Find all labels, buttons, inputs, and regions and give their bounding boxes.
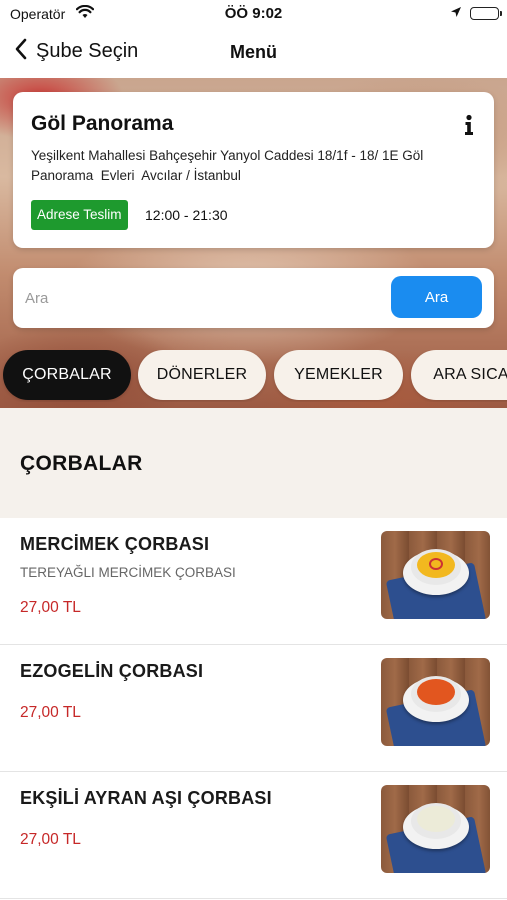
section-header: ÇORBALAR	[0, 408, 507, 518]
navigation-bar: Şube Seçin Menü	[0, 28, 507, 78]
branch-info-card: Göl Panorama Yeşilkent Mahallesi Bahçeşe…	[13, 92, 494, 248]
product-name: EZOGELİN ÇORBASI	[20, 661, 204, 681]
search-button[interactable]: Ara	[391, 276, 482, 318]
tab-corbalar[interactable]: ÇORBALAR	[3, 350, 131, 400]
chevron-left-icon	[14, 38, 28, 65]
product-item[interactable]: MERCİMEK ÇORBASI TEREYAĞLI MERCİMEK ÇORB…	[0, 518, 507, 645]
product-price: 27,00 TL	[20, 704, 81, 721]
battery-icon	[470, 7, 502, 20]
product-list: MERCİMEK ÇORBASI TEREYAĞLI MERCİMEK ÇORB…	[0, 518, 507, 899]
tab-ara-sicak[interactable]: ARA SICA	[411, 350, 507, 400]
category-tabs: ÇORBALAR DÖNERLER YEMEKLER ARA SICA	[0, 350, 507, 402]
status-bar: Operatör ÖÖ 9:02	[0, 0, 507, 28]
info-icon[interactable]	[462, 114, 476, 136]
tab-donerler[interactable]: DÖNERLER	[138, 350, 266, 400]
section-title: ÇORBALAR	[20, 452, 143, 475]
product-image	[381, 785, 490, 873]
product-image	[381, 531, 490, 619]
search-input[interactable]	[21, 280, 381, 316]
product-image	[381, 658, 490, 746]
product-name: EKŞİLİ AYRAN AŞI ÇORBASI	[20, 788, 272, 808]
product-description: TEREYAĞLI MERCİMEK ÇORBASI	[20, 565, 236, 580]
status-clock: ÖÖ 9:02	[224, 5, 283, 22]
delivery-badge: Adrese Teslim	[31, 200, 128, 230]
search-card: Ara	[13, 268, 494, 328]
tab-yemekler[interactable]: YEMEKLER	[274, 350, 403, 400]
product-name: MERCİMEK ÇORBASI	[20, 534, 210, 554]
back-button-label: Şube Seçin	[36, 40, 139, 62]
back-button[interactable]: Şube Seçin	[14, 38, 138, 65]
location-arrow-icon	[450, 6, 462, 24]
branch-name: Göl Panorama	[31, 112, 174, 135]
branch-address: Yeşilkent Mahallesi Bahçeşehir Yanyol Ca…	[31, 148, 427, 183]
product-item[interactable]: EZOGELİN ÇORBASI 27,00 TL	[0, 645, 507, 772]
opening-hours: 12:00 - 21:30	[145, 207, 228, 223]
product-price: 27,00 TL	[20, 831, 81, 848]
product-price: 27,00 TL	[20, 599, 81, 616]
product-item[interactable]: EKŞİLİ AYRAN AŞI ÇORBASI 27,00 TL	[0, 772, 507, 899]
